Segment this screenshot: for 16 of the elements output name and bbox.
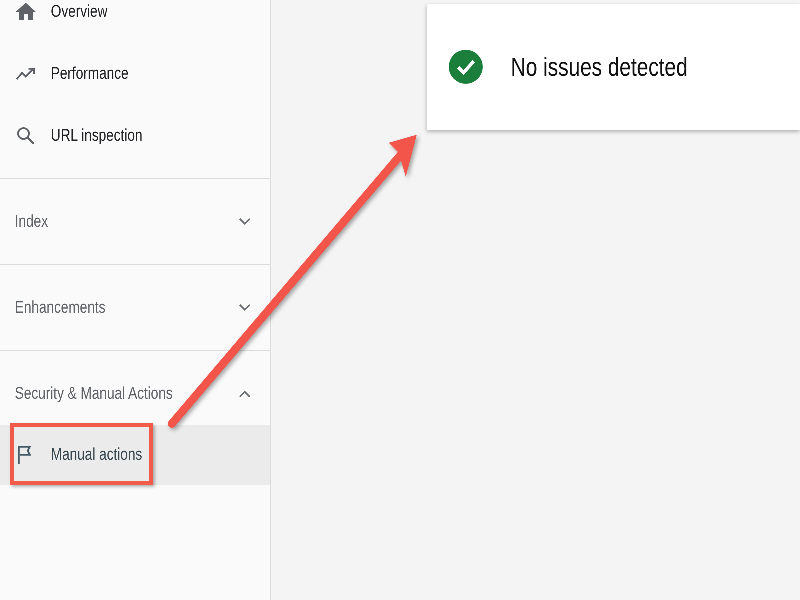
nav-item[interactable]: Manual actions (0, 425, 270, 485)
chevron-up-icon (239, 390, 251, 398)
nav-item[interactable]: URL inspection (0, 105, 270, 167)
section-header[interactable]: Security & Manual Actions (0, 351, 270, 425)
status-message: No issues detected (511, 52, 688, 82)
trend-line-icon (16, 65, 36, 83)
section-header[interactable]: Index (0, 179, 270, 264)
check-circle-icon (449, 50, 483, 84)
home-icon (16, 3, 36, 21)
nav-item[interactable]: Performance (0, 43, 270, 105)
search-icon (16, 127, 36, 145)
chevron-down-icon (239, 304, 251, 312)
chevron-down-icon (239, 218, 251, 226)
nav-item[interactable]: Overview (0, 0, 270, 43)
flag-icon (18, 446, 32, 464)
section-header[interactable]: Enhancements (0, 265, 270, 350)
